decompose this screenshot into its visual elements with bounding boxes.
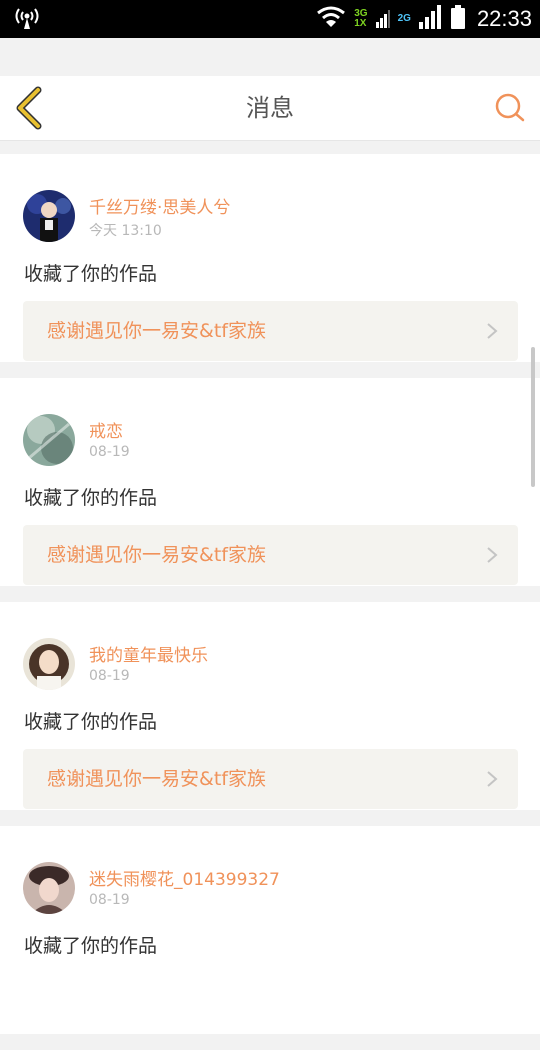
username[interactable]: 戒恋 xyxy=(89,417,123,442)
work-title: 感谢遇见你一易安&tf家族 xyxy=(47,320,266,342)
action-text: 收藏了你的作品 xyxy=(24,487,158,509)
battery-icon xyxy=(450,5,465,33)
work-link[interactable]: 感谢遇见你一易安&tf家族 xyxy=(23,749,518,809)
message-card: 千丝万缕·思美人兮 今天 13:10 收藏了你的作品 感谢遇见你一易安&tf家族 xyxy=(0,154,540,362)
timestamp: 今天 13:10 xyxy=(89,223,162,239)
message-card: 我的童年最快乐 08-19 收藏了你的作品 感谢遇见你一易安&tf家族 xyxy=(0,602,540,810)
work-link[interactable]: 感谢遇见你一易安&tf家族 xyxy=(23,525,518,585)
work-title: 感谢遇见你一易安&tf家族 xyxy=(47,544,266,566)
radio-icon xyxy=(14,8,40,30)
avatar[interactable] xyxy=(23,414,75,466)
avatar[interactable] xyxy=(23,862,75,914)
signal-icon-2 xyxy=(418,5,443,33)
avatar[interactable] xyxy=(23,190,75,242)
message-card: 迷失雨樱花_014399327 08-19 收藏了你的作品 xyxy=(0,826,540,1034)
chevron-right-icon xyxy=(487,771,498,787)
username[interactable]: 千丝万缕·思美人兮 xyxy=(89,193,230,218)
timestamp: 08-19 xyxy=(89,444,130,460)
scrollbar[interactable] xyxy=(531,347,535,487)
status-icons: 3G 1X 2G 22:33 xyxy=(316,4,532,34)
action-text: 收藏了你的作品 xyxy=(24,263,158,285)
action-text: 收藏了你的作品 xyxy=(24,711,158,733)
search-button[interactable] xyxy=(494,92,526,124)
status-bar: 3G 1X 2G 22:33 xyxy=(0,0,540,38)
page-title: 消息 xyxy=(246,94,294,122)
message-list: 千丝万缕·思美人兮 今天 13:10 收藏了你的作品 感谢遇见你一易安&tf家族… xyxy=(0,154,540,1050)
wifi-icon xyxy=(316,6,346,32)
avatar[interactable] xyxy=(23,638,75,690)
action-text: 收藏了你的作品 xyxy=(24,935,158,957)
username[interactable]: 我的童年最快乐 xyxy=(89,641,208,666)
signal-icon xyxy=(375,6,390,32)
timestamp: 08-19 xyxy=(89,892,130,908)
work-title: 感谢遇见你一易安&tf家族 xyxy=(47,768,266,790)
top-gap xyxy=(0,38,540,76)
network-2g-label: 2G xyxy=(397,13,411,24)
message-card: 戒恋 08-19 收藏了你的作品 感谢遇见你一易安&tf家族 xyxy=(0,378,540,586)
username[interactable]: 迷失雨樱花_014399327 xyxy=(89,865,280,890)
work-link[interactable]: 感谢遇见你一易安&tf家族 xyxy=(23,301,518,361)
chevron-right-icon xyxy=(487,547,498,563)
timestamp: 08-19 xyxy=(89,668,130,684)
network-3g-label: 3G 1X xyxy=(354,8,368,29)
header: 消息 xyxy=(0,76,540,141)
chevron-right-icon xyxy=(487,323,498,339)
search-icon xyxy=(495,93,525,122)
clock: 22:33 xyxy=(476,6,532,31)
